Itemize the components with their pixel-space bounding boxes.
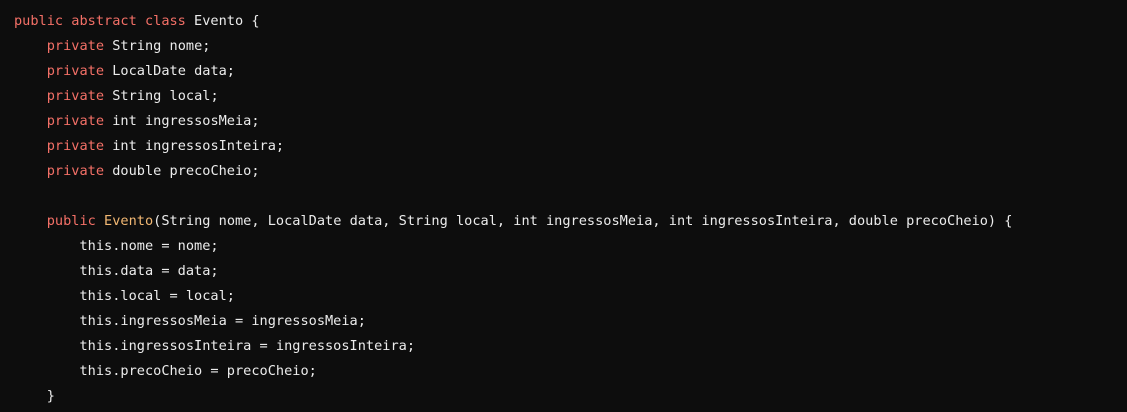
code-line: this.local = local; — [14, 284, 1127, 309]
code-token: Evento { — [185, 13, 260, 29]
code-line: private String nome; — [14, 34, 1127, 59]
code-block: public abstract class Evento { private S… — [0, 0, 1127, 412]
code-line: this.ingressosInteira = ingressosInteira… — [14, 334, 1127, 359]
code-token: int ingressosInteira; — [104, 138, 285, 154]
code-line: this.ingressosMeia = ingressosMeia; — [14, 309, 1127, 334]
code-token: this.ingressosMeia = ingressosMeia; — [14, 313, 366, 329]
code-token: double precoCheio; — [104, 163, 260, 179]
code-token: this.data = data; — [14, 263, 219, 279]
code-token: this.precoCheio = precoCheio; — [14, 363, 317, 379]
function-name-token: Evento — [104, 213, 154, 229]
keyword-token: public abstract class — [14, 13, 186, 29]
code-line: private LocalDate data; — [14, 59, 1127, 84]
keyword-token: private — [46, 38, 105, 54]
code-line: } — [14, 384, 1127, 409]
code-token: String local; — [104, 88, 219, 104]
code-line: this.precoCheio = precoCheio; — [14, 359, 1127, 384]
code-token: String nome; — [104, 38, 211, 54]
keyword-token: public — [46, 213, 96, 229]
keyword-token: private — [46, 138, 105, 154]
code-line: private int ingressosMeia; — [14, 109, 1127, 134]
keyword-token: private — [46, 88, 105, 104]
code-token: (String nome, LocalDate data, String loc… — [153, 213, 1013, 229]
keyword-token: private — [46, 113, 105, 129]
code-token: } — [14, 388, 55, 404]
code-line: private int ingressosInteira; — [14, 134, 1127, 159]
code-token: this.nome = nome; — [14, 238, 219, 254]
code-line: public Evento(String nome, LocalDate dat… — [14, 209, 1127, 234]
code-token: LocalDate data; — [104, 63, 235, 79]
code-token: this.ingressosInteira = ingressosInteira… — [14, 338, 416, 354]
code-line: private double precoCheio; — [14, 159, 1127, 184]
code-token: int ingressosMeia; — [104, 113, 260, 129]
code-line: this.data = data; — [14, 259, 1127, 284]
code-token: this.local = local; — [14, 288, 235, 304]
code-line: public abstract class Evento { — [14, 9, 1127, 34]
code-line: this.nome = nome; — [14, 234, 1127, 259]
keyword-token: private — [46, 163, 105, 179]
code-line: private String local; — [14, 84, 1127, 109]
keyword-token: private — [46, 63, 105, 79]
